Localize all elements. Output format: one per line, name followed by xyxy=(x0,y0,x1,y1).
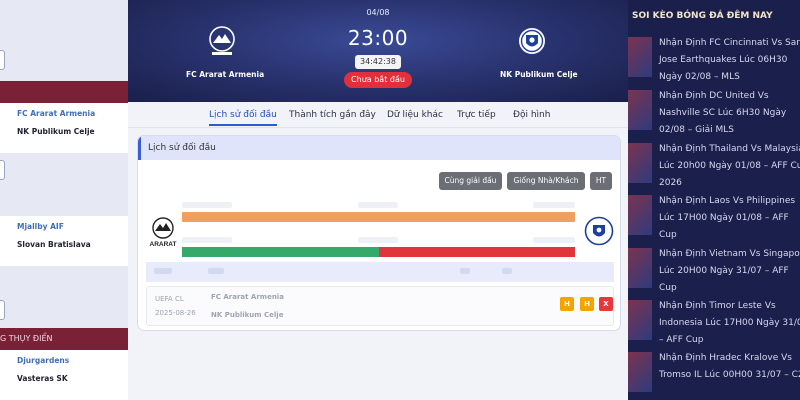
away-team-logo xyxy=(584,216,614,250)
news-title[interactable]: Nhận Định Laos Vs Philippines Lúc 17H00 … xyxy=(659,193,800,244)
league-bar: G THỤY ĐIỂN xyxy=(0,328,128,350)
bar-label xyxy=(358,202,398,208)
row-league: UEFA CL xyxy=(155,295,184,303)
filter-home-away-button[interactable]: Giống Nhà/Khách xyxy=(507,172,585,190)
match-header: 04/08 23:00 34:42:38 Chưa bắt đầu FC Ara… xyxy=(128,0,628,102)
match-tabs: Lịch sử đối đầu Thành tích gần đây Dữ li… xyxy=(128,102,628,128)
result-badge: H xyxy=(560,297,574,311)
match-card[interactable]: Djurgardens Vasteras SK xyxy=(0,350,128,400)
home-team-logo[interactable] xyxy=(208,25,236,63)
result-badge: X xyxy=(599,297,613,311)
filter-same-league-button[interactable]: Cùng giải đấu xyxy=(439,172,502,190)
news-title[interactable]: Nhận Định Hradec Kralove Vs Tromso IL Lú… xyxy=(659,350,800,384)
table-row[interactable]: UEFA CL 2025-08-26 FC Ararat Armenia NK … xyxy=(146,286,614,326)
news-title[interactable]: Nhận Định DC United Vs Nashville SC Lúc … xyxy=(659,88,800,139)
away-team-logo[interactable] xyxy=(517,25,547,63)
news-thumbnail xyxy=(628,37,652,77)
tab-lineup[interactable]: Đội hình xyxy=(513,110,550,120)
scroll-handle[interactable] xyxy=(0,300,5,320)
h2h-title: Lịch sử đối đầu xyxy=(138,136,620,160)
h2h-table-header xyxy=(146,262,614,282)
bar-label xyxy=(533,237,575,243)
tab-other-data[interactable]: Dữ liệu khác xyxy=(387,110,443,120)
news-thumbnail xyxy=(628,300,652,340)
bar-label xyxy=(182,202,232,208)
tab-recent-form[interactable]: Thành tích gần đây xyxy=(289,110,376,120)
scroll-handle[interactable] xyxy=(0,50,5,70)
match-date: 04/08 xyxy=(366,8,390,17)
news-thumbnail xyxy=(628,195,652,235)
result-badge: H xyxy=(580,297,594,311)
news-thumbnail xyxy=(628,352,652,392)
team-name: NK Publikum Celje xyxy=(17,127,95,136)
team-name: Vasteras SK xyxy=(17,374,68,383)
news-thumbnail xyxy=(628,248,652,288)
main-content: Lịch sử đối đầu Cùng giải đấu Giống Nhà/… xyxy=(128,128,628,400)
league-label: G THỤY ĐIỂN xyxy=(0,334,53,343)
match-card[interactable]: FC Ararat Armenia NK Publikum Celje xyxy=(0,103,128,153)
news-thumbnail xyxy=(628,90,652,130)
home-team-logo: ARARAT xyxy=(148,216,178,254)
bar-label xyxy=(358,237,398,243)
away-team-name: NK Publikum Celje xyxy=(500,70,578,79)
match-time: 23:00 xyxy=(347,26,409,50)
draw-bar xyxy=(182,212,575,222)
news-thumbnail xyxy=(628,143,652,183)
team-name: Djurgardens xyxy=(17,356,70,365)
match-card[interactable]: Mjallby AIF Slovan Bratislava xyxy=(0,216,128,266)
away-win-bar xyxy=(379,247,575,257)
news-title[interactable]: Nhận Định Timor Leste Vs Indonesia Lúc 1… xyxy=(659,298,800,349)
h2h-card: Lịch sử đối đầu Cùng giải đấu Giống Nhà/… xyxy=(137,135,621,331)
news-sidebar: SOI KÈO BÓNG ĐÁ ĐÊM NAY Nhận Định FC Cin… xyxy=(628,0,800,400)
bar-label xyxy=(533,202,575,208)
team-name: Mjallby AIF xyxy=(17,222,64,231)
news-title[interactable]: Nhận Định Vietnam Vs Singapore Lúc 20H00… xyxy=(659,246,800,297)
row-away-team: NK Publikum Celje xyxy=(211,311,284,319)
row-home-team: FC Ararat Armenia xyxy=(211,293,284,301)
tab-live[interactable]: Trực tiếp xyxy=(457,110,496,120)
news-title[interactable]: Nhận Định FC Cincinnati Vs San Jose Eart… xyxy=(659,35,800,86)
bar-label xyxy=(182,237,232,243)
row-date: 2025-08-26 xyxy=(155,309,196,317)
tab-h2h[interactable]: Lịch sử đối đầu xyxy=(209,110,277,126)
left-match-list: FC Ararat Armenia NK Publikum Celje Mjal… xyxy=(0,0,128,400)
home-win-bar xyxy=(182,247,379,257)
home-team-name: FC Ararat Armenia xyxy=(186,70,265,79)
news-title[interactable]: Nhận Định Thailand Vs Malaysia Lúc 20h00… xyxy=(659,141,800,192)
team-name: Slovan Bratislava xyxy=(17,240,91,249)
countdown: 34:42:38 xyxy=(355,55,401,69)
news-heading: SOI KÈO BÓNG ĐÁ ĐÊM NAY xyxy=(632,11,773,21)
scroll-handle[interactable] xyxy=(0,160,5,180)
league-bar xyxy=(0,81,128,103)
home-logo-text: ARARAT xyxy=(150,241,177,248)
status-badge: Chưa bắt đầu xyxy=(344,72,412,88)
filter-ht-button[interactable]: HT xyxy=(590,172,612,190)
team-name: FC Ararat Armenia xyxy=(17,109,96,118)
